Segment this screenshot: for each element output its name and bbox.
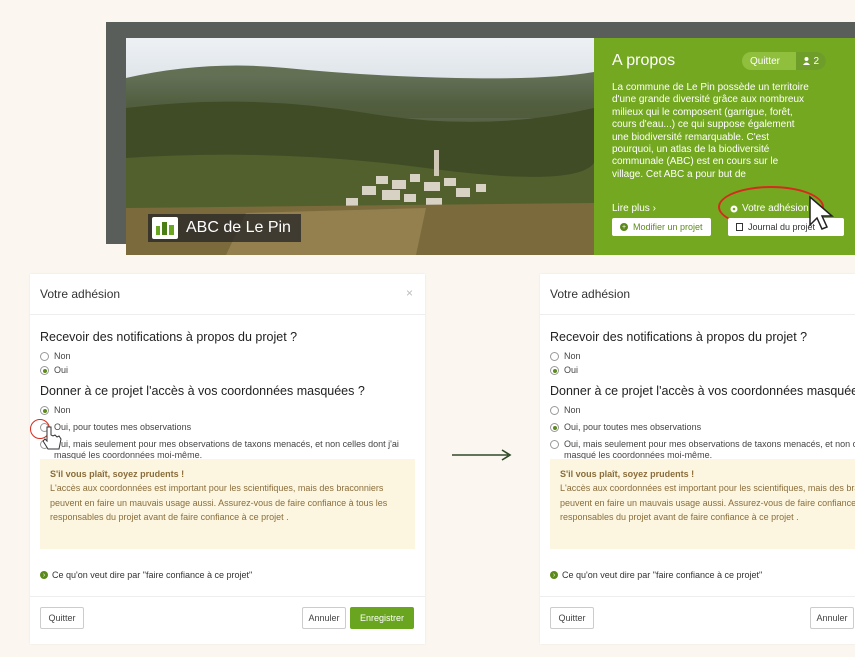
plus-icon: + xyxy=(620,223,628,231)
arrow-right-icon xyxy=(452,449,512,461)
dialog-footer-divider xyxy=(540,596,855,597)
dialog-footer-divider xyxy=(30,596,425,597)
hand-cursor-icon xyxy=(42,426,62,450)
chevron-right-icon: › xyxy=(550,571,558,579)
read-more-link[interactable]: Lire plus › xyxy=(612,203,656,214)
coordinates-question: Donner à ce projet l'accès à vos coordon… xyxy=(550,384,855,398)
dialog-title: Votre adhésion xyxy=(550,287,631,301)
dialog-header: Votre adhésion xyxy=(30,274,425,315)
trust-info-link[interactable]: › Ce qu'on veut dire par "faire confianc… xyxy=(550,570,762,580)
coord-option-non[interactable]: Non xyxy=(40,405,71,416)
radio-button[interactable] xyxy=(40,352,49,361)
warning-title: S'il vous plaît, soyez prudents ! xyxy=(50,469,185,479)
radio-button[interactable] xyxy=(550,440,559,449)
notifications-question: Recevoir des notifications à propos du p… xyxy=(550,330,808,344)
notif-option-oui[interactable]: Oui xyxy=(40,365,68,376)
membership-dialog-before: Votre adhésion × Recevoir des notificati… xyxy=(30,274,425,644)
radio-button[interactable] xyxy=(550,352,559,361)
membership-dialog-after: Votre adhésion Recevoir des notification… xyxy=(540,274,855,644)
option-label: Oui xyxy=(564,365,579,375)
option-label: Oui xyxy=(54,365,69,375)
cancel-button[interactable]: Annuler xyxy=(810,607,854,629)
option-label: Oui, mais seulement pour mes observation… xyxy=(564,439,855,460)
project-title-chip[interactable]: ABC de Le Pin xyxy=(148,214,301,242)
radio-button[interactable] xyxy=(550,423,559,432)
close-icon[interactable]: × xyxy=(406,286,413,300)
chevron-right-icon: › xyxy=(40,571,48,579)
radio-button[interactable] xyxy=(40,366,49,375)
quit-project-pill[interactable]: Quitter 2 xyxy=(742,52,826,70)
quit-button[interactable]: Quitter xyxy=(550,607,594,629)
option-label: Non xyxy=(564,405,581,415)
coord-option-threatened[interactable]: Oui, mais seulement pour mes observation… xyxy=(550,439,855,461)
project-logo xyxy=(152,217,178,239)
trust-info-label: Ce qu'on veut dire par "faire confiance … xyxy=(52,570,253,580)
notif-option-oui[interactable]: Oui xyxy=(550,365,578,376)
option-label: Oui, mais seulement pour mes observation… xyxy=(54,439,399,460)
member-count: 2 xyxy=(813,55,819,67)
radio-button[interactable] xyxy=(40,406,49,415)
dialog-header: Votre adhésion xyxy=(540,274,855,315)
option-label: Non xyxy=(54,351,71,361)
radio-button[interactable] xyxy=(550,406,559,415)
dialog-title: Votre adhésion xyxy=(40,287,121,301)
about-description: La commune de Le Pin possède un territoi… xyxy=(612,82,809,180)
warning-text: L'accès aux coordonnées est important po… xyxy=(560,483,855,522)
trust-info-label: Ce qu'on veut dire par "faire confiance … xyxy=(562,570,763,580)
mouse-cursor-icon xyxy=(809,195,835,230)
warning-text: L'accès aux coordonnées est important po… xyxy=(50,483,388,522)
journal-label: Journal du projet xyxy=(748,222,816,232)
about-title: A propos xyxy=(612,52,676,69)
project-banner: ABC de Le Pin A propos Quitter 2 La comm… xyxy=(106,22,855,255)
coordinates-question: Donner à ce projet l'accès à vos coordon… xyxy=(40,384,365,398)
option-label: Non xyxy=(564,351,581,361)
warning-box: S'il vous plaît, soyez prudents ! L'accè… xyxy=(550,459,855,549)
coord-option-all[interactable]: Oui, pour toutes mes observations xyxy=(550,422,701,433)
warning-box: S'il vous plaît, soyez prudents ! L'accè… xyxy=(40,459,415,549)
notifications-question: Recevoir des notifications à propos du p… xyxy=(40,330,298,344)
edit-project-button[interactable]: + Modifier un projet xyxy=(612,218,711,236)
option-label: Non xyxy=(54,405,71,415)
option-label: Oui, pour toutes mes observations xyxy=(54,422,192,432)
cancel-button[interactable]: Annuler xyxy=(302,607,346,629)
document-icon xyxy=(736,223,743,231)
coord-option-non[interactable]: Non xyxy=(550,405,581,416)
quit-button[interactable]: Quitter xyxy=(40,607,84,629)
edit-project-label: Modifier un projet xyxy=(633,222,703,232)
notif-option-non[interactable]: Non xyxy=(40,351,71,362)
trust-info-link[interactable]: › Ce qu'on veut dire par "faire confianc… xyxy=(40,570,252,580)
quit-label: Quitter xyxy=(750,55,781,67)
coord-option-threatened[interactable]: Oui, mais seulement pour mes observation… xyxy=(40,439,400,461)
save-button[interactable]: Enregistrer xyxy=(350,607,414,629)
project-name: ABC de Le Pin xyxy=(186,219,291,236)
person-icon xyxy=(803,57,811,65)
warning-title: S'il vous plaît, soyez prudents ! xyxy=(560,469,695,479)
option-label: Oui, pour toutes mes observations xyxy=(564,422,702,432)
radio-button[interactable] xyxy=(550,366,559,375)
notif-option-non[interactable]: Non xyxy=(550,351,581,362)
member-count-badge: 2 xyxy=(796,52,826,70)
